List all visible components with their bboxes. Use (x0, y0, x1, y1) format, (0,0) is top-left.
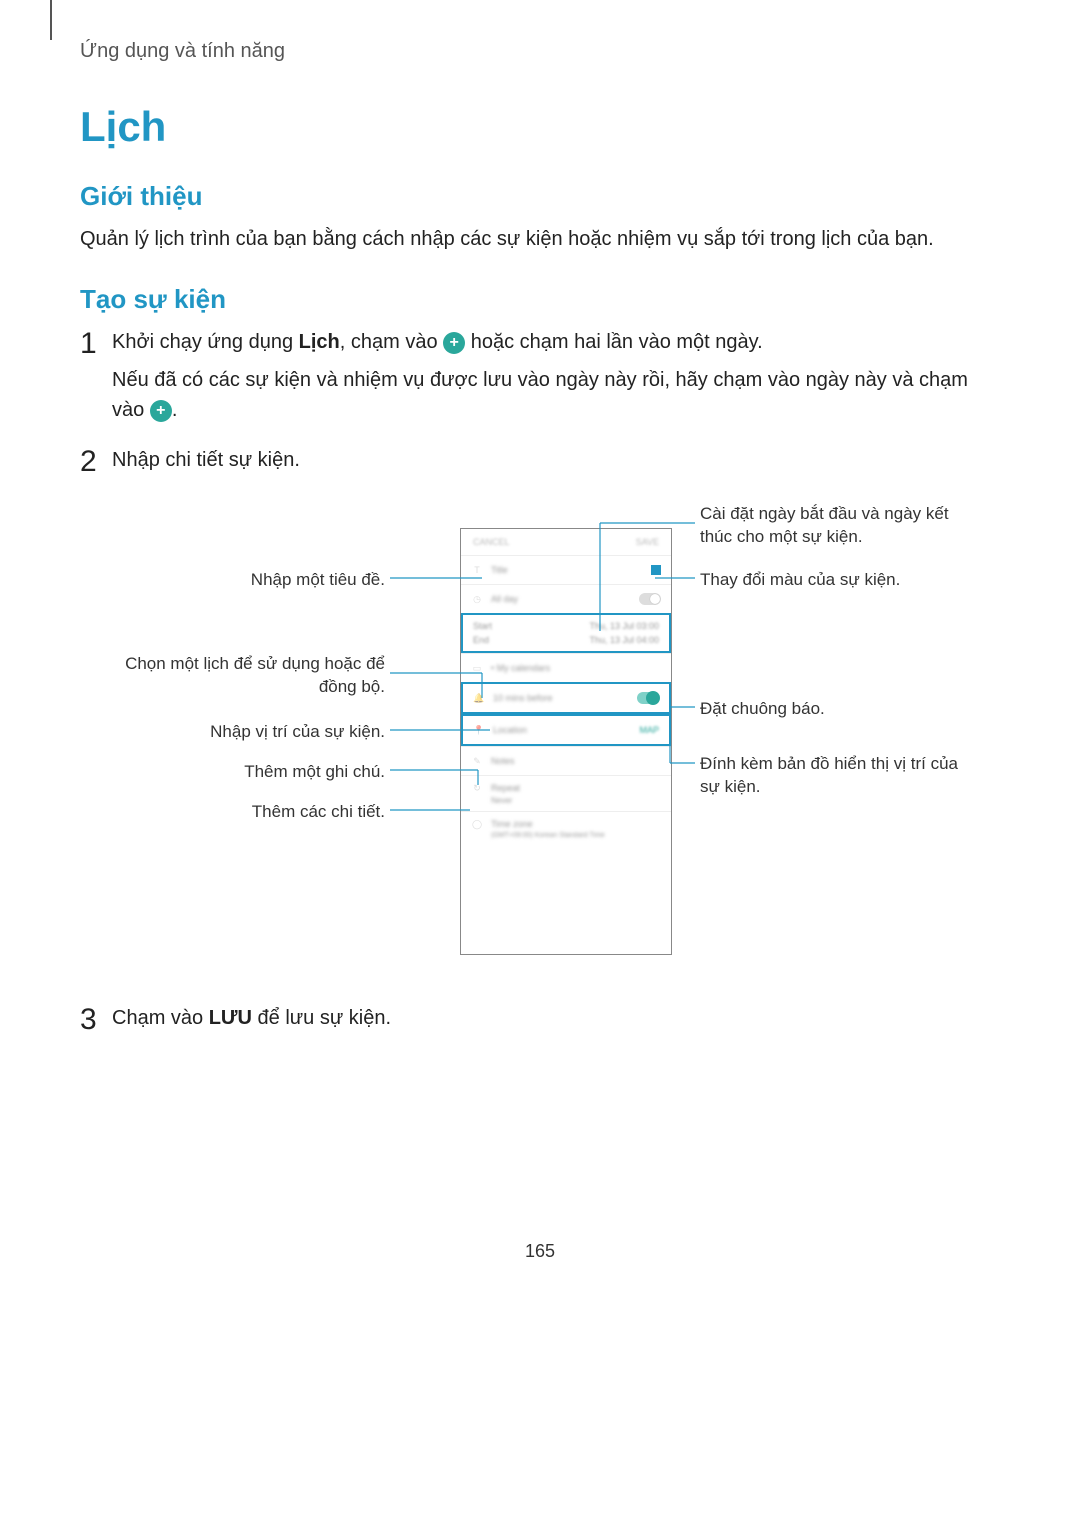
timezone-value: (GMT+09:00) Korean Standard Time (491, 832, 605, 839)
callout-add-note: Thêm một ghi chú. (110, 761, 385, 784)
clock-icon: ◷ (471, 593, 483, 605)
allday-toggle[interactable] (639, 593, 661, 605)
reminder-label: 10 mins before (493, 693, 553, 703)
title-field: Title (491, 565, 508, 575)
pin-icon: 📍 (473, 724, 485, 736)
date-block[interactable]: Start Thu, 13 Jul 03:00 End Thu, 13 Jul 04… (461, 613, 671, 653)
step-2: 2 Nhập chi tiết sự kiện. (80, 445, 1000, 483)
text: , chạm vào (340, 331, 443, 353)
calendar-icon: ▭ (471, 662, 483, 674)
timezone-label: Time zone (491, 819, 533, 829)
plus-icon: + (443, 332, 465, 354)
callout-add-details: Thêm các chi tiết. (110, 801, 385, 824)
text: Khởi chạy ứng dụng (112, 331, 299, 353)
plus-icon: + (150, 400, 172, 422)
section-intro-title: Giới thiệu (80, 181, 1000, 212)
breadcrumb: Ứng dụng và tính năng (80, 40, 1000, 63)
bell-icon: 🔔 (473, 692, 485, 704)
repeat-value: Never (491, 796, 512, 805)
reminder-row[interactable]: 🔔 10 mins before (461, 682, 671, 714)
notes-row[interactable]: ✎ Notes (461, 746, 671, 775)
diagram: Nhập một tiêu đề. Chọn một lịch để sử dụ… (110, 503, 970, 973)
notes-label: Notes (491, 756, 515, 766)
my-calendar-label: • My calendars (491, 663, 550, 673)
allday-row[interactable]: ◷ All day (461, 584, 671, 613)
callout-set-alarm: Đặt chuông báo. (700, 698, 960, 721)
page-number: 165 (80, 1241, 1000, 1262)
text: Nếu đã có các sự kiện và nhiệm vụ được l… (112, 369, 968, 421)
callout-enter-location: Nhập vị trí của sự kiện. (110, 721, 385, 744)
globe-icon: ◯ (471, 818, 483, 830)
note-icon: ✎ (471, 755, 483, 767)
text: để lưu sự kiện. (252, 1007, 391, 1029)
step-3: 3 Chạm vào LƯU để lưu sự kiện. (80, 1003, 1000, 1041)
section-create-title: Tạo sự kiện (80, 284, 1000, 315)
location-row[interactable]: 📍 Location MAP (461, 714, 671, 746)
text: . (172, 399, 178, 421)
callout-change-color: Thay đổi màu của sự kiện. (700, 569, 960, 592)
map-button[interactable]: MAP (639, 725, 659, 735)
allday-label: All day (491, 594, 518, 604)
repeat-icon: ↻ (471, 782, 483, 794)
step-1: 1 Khởi chạy ứng dụng Lịch, chạm vào + ho… (80, 327, 1000, 433)
step-number: 2 (80, 445, 112, 478)
text: Nhập chi tiết sự kiện. (112, 445, 1000, 475)
repeat-row[interactable]: ↻ Repeat Never (461, 775, 671, 811)
text-icon: T (471, 564, 483, 576)
step-number: 1 (80, 327, 112, 360)
callout-choose-calendar: Chọn một lịch để sử dụng hoặc để đồng bộ… (110, 653, 385, 699)
callout-enter-title: Nhập một tiêu đề. (110, 569, 385, 592)
save-button[interactable]: SAVE (636, 537, 659, 547)
callout-attach-map: Đính kèm bản đồ hiển thị vị trí của sự k… (700, 753, 960, 799)
bold-text: LƯU (209, 1007, 252, 1029)
timezone-row[interactable]: ◯ Time zone (GMT+09:00) Korean Standard … (461, 811, 671, 845)
color-swatch[interactable] (651, 565, 661, 575)
callout-set-dates: Cài đặt ngày bắt đầu và ngày kết thúc ch… (700, 503, 960, 549)
start-label: Start (473, 621, 492, 631)
start-value: Thu, 13 Jul 03:00 (589, 621, 659, 631)
calendar-row[interactable]: ▭ • My calendars (461, 653, 671, 682)
page-title: Lịch (80, 103, 1000, 151)
reminder-toggle[interactable] (637, 692, 659, 704)
phone-mockup: CANCEL SAVE T Title ◷ All day Start Thu, … (460, 528, 672, 955)
bold-text: Lịch (299, 331, 340, 353)
step-number: 3 (80, 1003, 112, 1036)
end-label: End (473, 635, 489, 645)
text: hoặc chạm hai lần vào một ngày. (465, 331, 763, 353)
section-intro-body: Quản lý lịch trình của bạn bằng cách nhậ… (80, 224, 1000, 254)
title-row[interactable]: T Title (461, 555, 671, 584)
location-label: Location (493, 725, 527, 735)
repeat-label: Repeat (491, 783, 520, 793)
cancel-button[interactable]: CANCEL (473, 537, 510, 547)
end-value: Thu, 13 Jul 04:00 (589, 635, 659, 645)
text: Chạm vào (112, 1007, 209, 1029)
